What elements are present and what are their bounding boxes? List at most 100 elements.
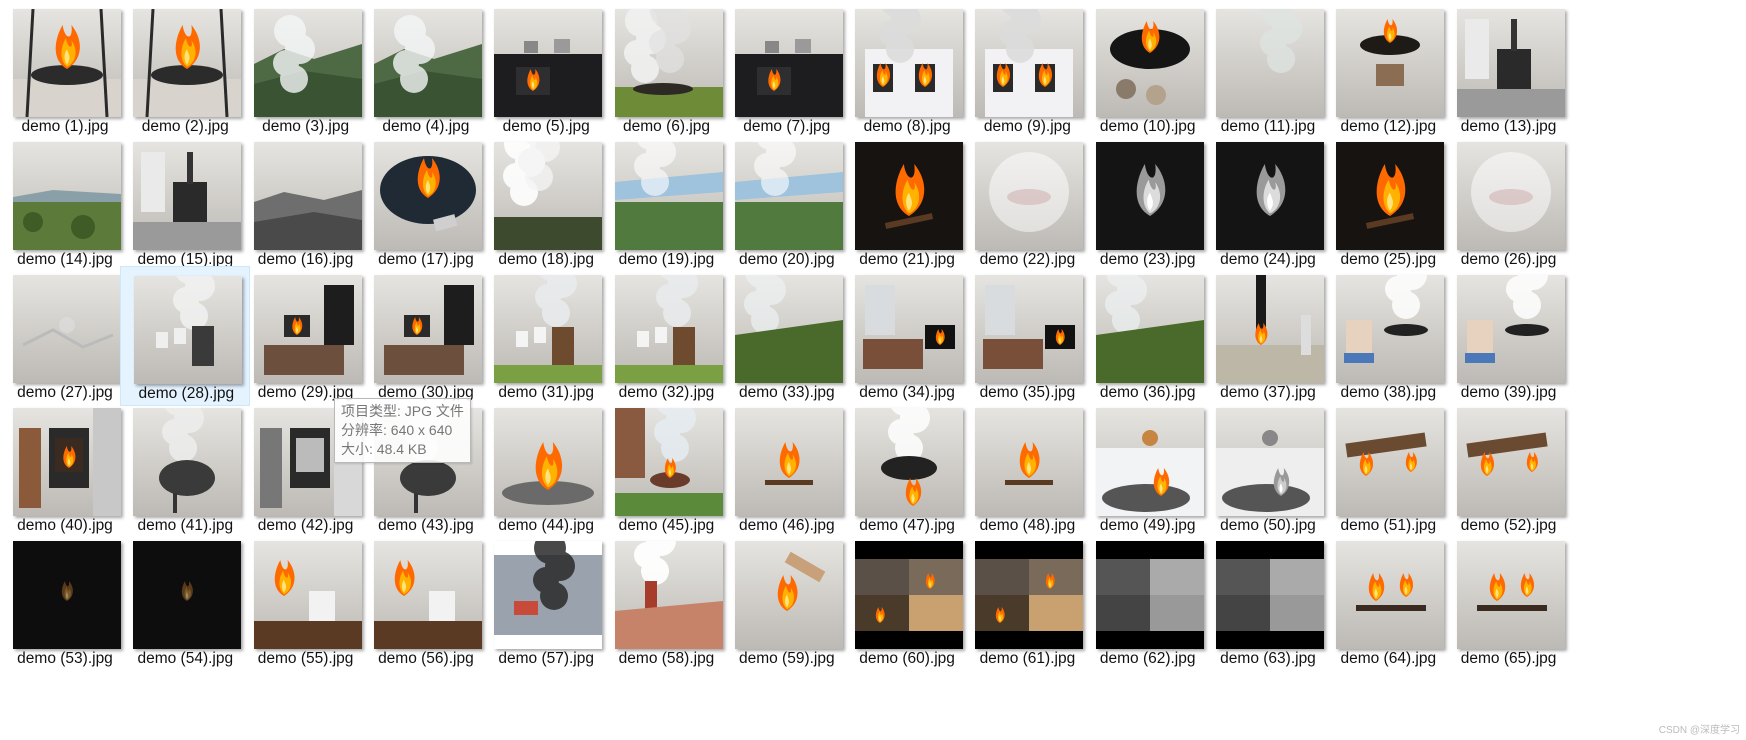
file-item[interactable]: demo (65).jpg [1444, 532, 1574, 672]
file-thumbnail[interactable] [1336, 9, 1445, 117]
file-item[interactable]: demo (45).jpg [602, 399, 732, 539]
file-item[interactable]: demo (29).jpg [241, 266, 371, 406]
file-thumbnail[interactable] [494, 142, 603, 250]
file-item[interactable]: demo (54).jpg [120, 532, 250, 672]
file-thumbnail[interactable] [855, 408, 964, 516]
file-item[interactable]: demo (25).jpg [1323, 133, 1453, 273]
file-item[interactable]: demo (64).jpg [1323, 532, 1453, 672]
file-thumbnail[interactable] [1095, 9, 1204, 117]
file-thumbnail[interactable] [975, 275, 1084, 383]
file-item[interactable]: demo (13).jpg [1444, 0, 1574, 140]
file-thumbnail[interactable] [614, 142, 723, 250]
file-thumbnail[interactable] [975, 541, 1084, 649]
file-item[interactable]: demo (15).jpg [120, 133, 250, 273]
file-thumbnail[interactable] [1456, 142, 1565, 250]
file-thumbnail[interactable] [13, 408, 121, 516]
file-item[interactable]: demo (62).jpg [1083, 532, 1213, 672]
file-item[interactable]: demo (57).jpg [481, 532, 611, 672]
file-item[interactable]: demo (60).jpg [842, 532, 972, 672]
file-item[interactable]: demo (23).jpg [1083, 133, 1213, 273]
file-thumbnail[interactable] [734, 275, 843, 383]
file-item[interactable]: demo (40).jpg [0, 399, 130, 539]
file-item[interactable]: demo (18).jpg [481, 133, 611, 273]
file-thumbnail[interactable] [253, 9, 362, 117]
file-item[interactable]: demo (39).jpg [1444, 266, 1574, 406]
file-item[interactable]: demo (22).jpg [962, 133, 1092, 273]
file-thumbnail[interactable] [13, 142, 121, 250]
file-item[interactable]: demo (55).jpg [241, 532, 371, 672]
file-item[interactable]: demo (58).jpg [602, 532, 732, 672]
file-thumbnail[interactable] [614, 541, 723, 649]
file-item[interactable]: demo (1).jpg [0, 0, 130, 140]
file-item[interactable]: demo (47).jpg [842, 399, 972, 539]
file-item[interactable]: demo (8).jpg [842, 0, 972, 140]
file-thumbnail[interactable] [373, 275, 482, 383]
file-thumbnail[interactable] [855, 9, 964, 117]
file-item[interactable]: demo (35).jpg [962, 266, 1092, 406]
file-thumbnail[interactable] [1456, 9, 1565, 117]
file-name-label[interactable]: demo (59).jpg [722, 650, 852, 668]
file-thumbnail[interactable] [1216, 408, 1324, 516]
file-thumbnail[interactable] [614, 275, 723, 383]
file-name-label[interactable]: demo (55).jpg [241, 650, 371, 668]
file-name-label[interactable]: demo (65).jpg [1444, 650, 1574, 668]
file-item[interactable]: demo (20).jpg [722, 133, 852, 273]
file-item[interactable]: demo (7).jpg [722, 0, 852, 140]
file-thumbnail[interactable] [734, 142, 843, 250]
file-thumbnail[interactable] [1336, 275, 1445, 383]
file-thumbnail[interactable] [1336, 408, 1445, 516]
file-name-label[interactable]: demo (60).jpg [842, 650, 972, 668]
file-item[interactable]: demo (6).jpg [602, 0, 732, 140]
file-item[interactable]: demo (26).jpg [1444, 133, 1574, 273]
file-item[interactable]: demo (12).jpg [1323, 0, 1453, 140]
file-thumbnail[interactable] [855, 541, 964, 649]
file-thumbnail[interactable] [134, 276, 243, 384]
file-item[interactable]: demo (38).jpg [1323, 266, 1453, 406]
file-thumbnail[interactable] [855, 275, 964, 383]
file-name-label[interactable]: demo (62).jpg [1083, 650, 1213, 668]
file-thumbnail[interactable] [855, 142, 964, 250]
file-item[interactable]: demo (50).jpg [1203, 399, 1333, 539]
file-name-label[interactable]: demo (63).jpg [1203, 650, 1333, 668]
file-item[interactable]: demo (44).jpg [481, 399, 611, 539]
file-thumbnail[interactable] [1216, 275, 1324, 383]
file-item[interactable]: demo (3).jpg [241, 0, 371, 140]
file-thumbnail[interactable] [494, 9, 603, 117]
file-thumbnail[interactable] [373, 9, 482, 117]
file-thumbnail[interactable] [614, 9, 723, 117]
file-thumbnail[interactable] [734, 408, 843, 516]
file-item[interactable]: demo (36).jpg [1083, 266, 1213, 406]
file-item[interactable]: demo (27).jpg [0, 266, 130, 406]
file-thumbnail[interactable] [373, 142, 482, 250]
file-thumbnail[interactable] [614, 408, 723, 516]
file-thumbnail[interactable] [975, 142, 1084, 250]
file-item[interactable]: demo (32).jpg [602, 266, 732, 406]
file-thumbnail[interactable] [253, 142, 362, 250]
file-name-label[interactable]: demo (53).jpg [0, 650, 130, 668]
file-thumbnail[interactable] [253, 275, 362, 383]
file-thumbnail[interactable] [1095, 142, 1204, 250]
file-thumbnail[interactable] [13, 9, 121, 117]
file-item[interactable]: demo (63).jpg [1203, 532, 1333, 672]
file-thumbnail[interactable] [1216, 9, 1324, 117]
file-name-label[interactable]: demo (58).jpg [602, 650, 732, 668]
file-item[interactable]: demo (19).jpg [602, 133, 732, 273]
file-item[interactable]: demo (14).jpg [0, 133, 130, 273]
file-thumbnail[interactable] [494, 408, 603, 516]
file-item[interactable]: demo (9).jpg [962, 0, 1092, 140]
file-thumbnail[interactable] [1216, 142, 1324, 250]
file-thumbnail[interactable] [133, 408, 242, 516]
file-thumbnail[interactable] [373, 541, 482, 649]
file-thumbnail[interactable] [1336, 541, 1445, 649]
file-item[interactable]: demo (41).jpg [120, 399, 250, 539]
file-thumbnail[interactable] [1456, 541, 1565, 649]
file-item[interactable]: demo (56).jpg [361, 532, 491, 672]
file-item[interactable]: demo (17).jpg [361, 133, 491, 273]
file-item[interactable]: demo (24).jpg [1203, 133, 1333, 273]
file-item[interactable]: demo (61).jpg [962, 532, 1092, 672]
file-name-label[interactable]: demo (57).jpg [481, 650, 611, 668]
file-thumbnail[interactable] [1216, 541, 1324, 649]
file-thumbnail[interactable] [13, 275, 121, 383]
file-thumbnail[interactable] [133, 142, 242, 250]
file-item[interactable]: demo (48).jpg [962, 399, 1092, 539]
